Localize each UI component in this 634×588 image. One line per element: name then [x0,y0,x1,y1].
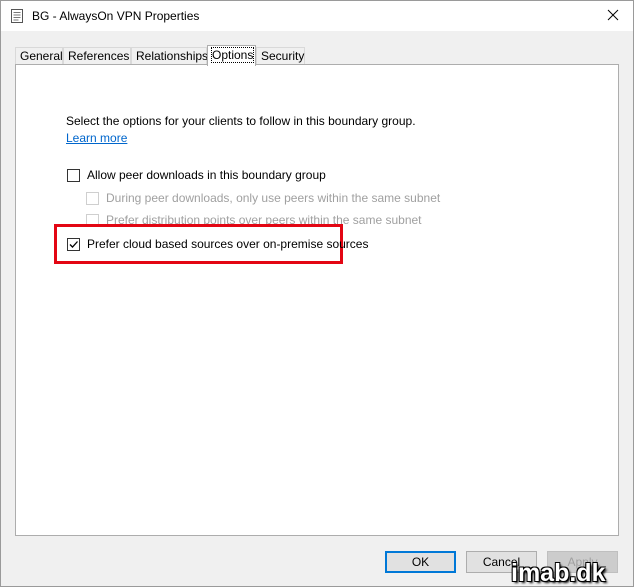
ok-button[interactable]: OK [385,551,456,573]
learn-more-link[interactable]: Learn more [66,131,127,145]
tab-general[interactable]: General [15,47,63,64]
same-subnet-peers-label: During peer downloads, only use peers wi… [106,191,441,205]
tab-references[interactable]: References [63,47,131,64]
tab-security[interactable]: Security [256,47,305,64]
prefer-cloud-sources-label: Prefer cloud based sources over on-premi… [87,237,369,251]
checkmark-icon [69,241,78,248]
tab-relationships[interactable]: Relationships [131,47,208,64]
watermark: imab.dk [511,559,606,587]
allow-peer-downloads-checkbox[interactable] [67,169,80,182]
title-bar: BG - AlwaysOn VPN Properties [1,1,633,31]
close-icon [607,9,619,24]
same-subnet-peers-checkbox [86,192,99,205]
properties-icon [10,9,24,23]
options-panel: Select the options for your clients to f… [15,64,619,536]
allow-peer-downloads-label: Allow peer downloads in this boundary gr… [87,168,326,182]
window-title: BG - AlwaysOn VPN Properties [32,9,200,23]
properties-dialog: BG - AlwaysOn VPN Properties General Ref… [0,0,634,587]
options-description: Select the options for your clients to f… [66,114,416,128]
tab-options[interactable]: Options [207,45,256,66]
prefer-cloud-sources-checkbox[interactable] [67,238,80,251]
close-button[interactable] [593,1,633,31]
